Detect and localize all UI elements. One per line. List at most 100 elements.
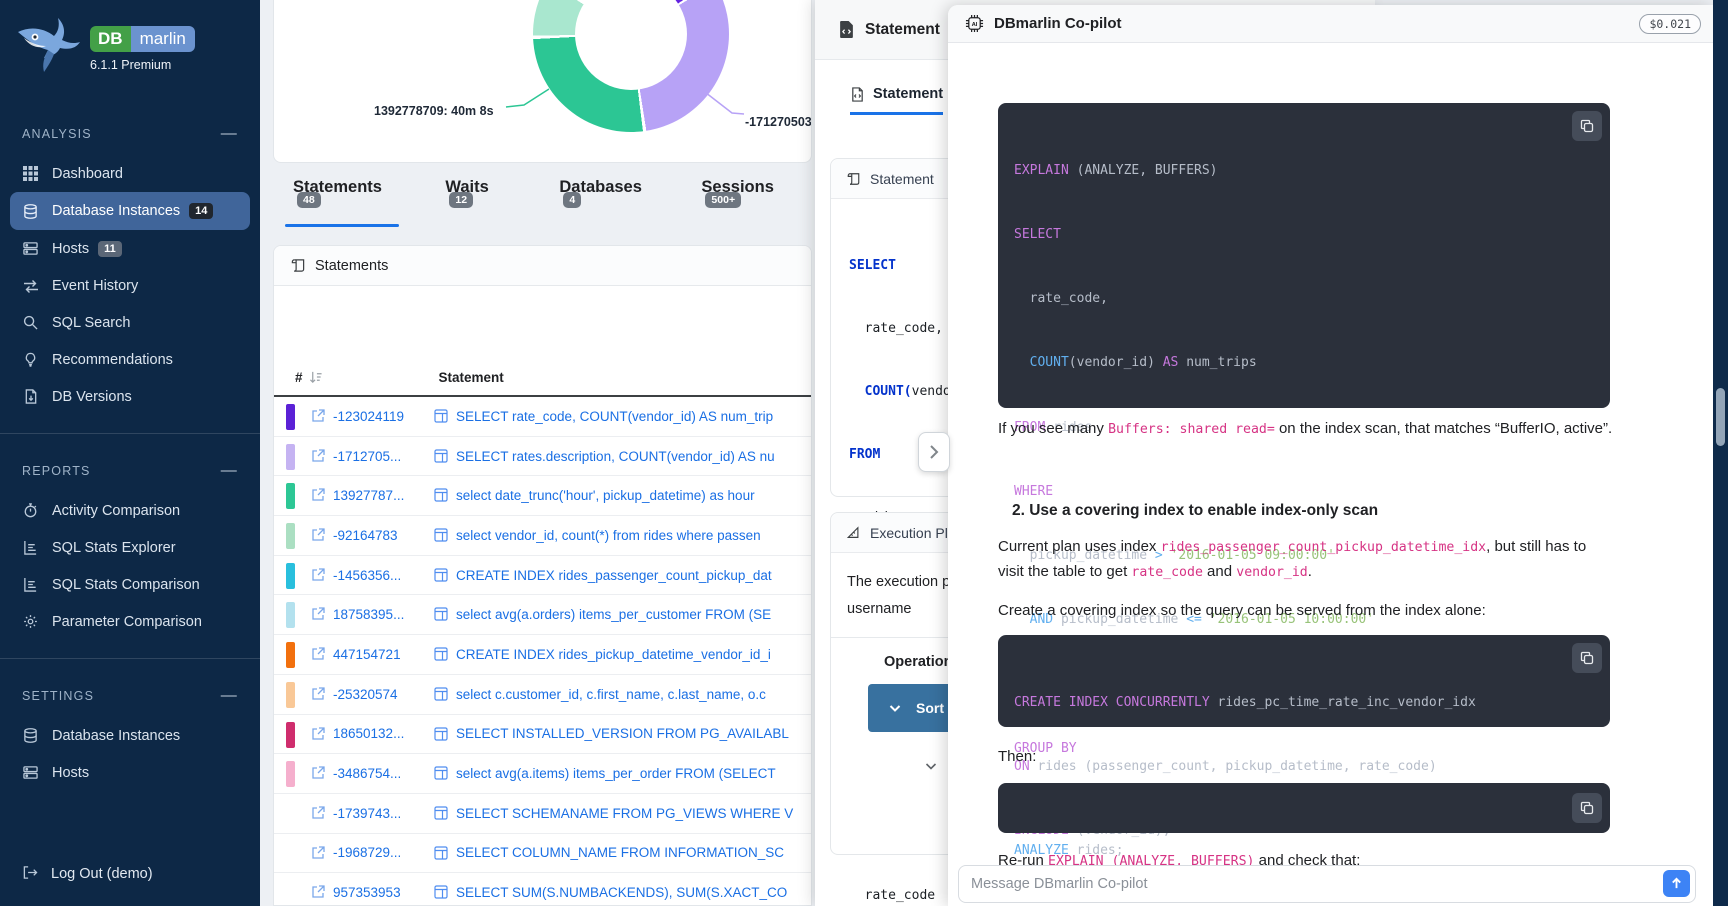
copilot-message-input[interactable] bbox=[959, 866, 1695, 902]
external-link-icon[interactable] bbox=[311, 885, 325, 904]
statement-text-link[interactable]: SELECT INSTALLED_VERSION FROM PG_AVAILAB… bbox=[456, 726, 789, 741]
table-row: -25320574 select c.customer_id, c.first_n… bbox=[274, 675, 811, 715]
statement-id-link[interactable]: -1456356... bbox=[333, 568, 401, 583]
sidebar-item-db-versions[interactable]: DB Versions bbox=[0, 378, 260, 415]
copilot-collapse-button[interactable] bbox=[918, 432, 950, 472]
collapse-section-icon[interactable]: — bbox=[221, 691, 238, 701]
chevron-right-icon bbox=[927, 444, 941, 460]
sidebar-item-sql-stats-comparison[interactable]: SQL Stats Comparison bbox=[0, 566, 260, 603]
collapse-section-icon[interactable]: — bbox=[221, 466, 238, 476]
external-link-icon[interactable] bbox=[311, 409, 325, 428]
sidebar-item-label: Hosts bbox=[52, 241, 89, 257]
copy-button[interactable] bbox=[1572, 111, 1602, 141]
statement-text-link[interactable]: select vendor_id, count(*) from rides wh… bbox=[456, 528, 761, 543]
logout-button[interactable]: Log Out (demo) bbox=[0, 865, 260, 882]
file-code-icon bbox=[838, 21, 855, 38]
tab-waits[interactable]: Waits12 bbox=[445, 178, 505, 227]
main-content: 1392778709: 40m 8s -1712705034 Statement… bbox=[260, 0, 850, 906]
statement-id-link[interactable]: 447154721 bbox=[333, 647, 401, 662]
sidebar-item-label: Hosts bbox=[52, 765, 89, 781]
copilot-panel: AI DBmarlin Co-pilot $0.021 EXPLAIN (ANA… bbox=[948, 5, 1713, 906]
external-link-icon[interactable] bbox=[311, 647, 325, 666]
sidebar-item-database-instances[interactable]: Database Instances 14 bbox=[10, 192, 250, 230]
sidebar-item-sql-search[interactable]: SQL Search bbox=[0, 304, 260, 341]
nav-section-reports: REPORTS — Activity Comparison SQL Stats … bbox=[0, 460, 260, 640]
statement-text-link[interactable]: select avg(a.orders) items_per_customer … bbox=[456, 607, 771, 622]
tab-statements[interactable]: Statements48 bbox=[293, 178, 391, 227]
column-header-num[interactable]: # bbox=[295, 370, 323, 385]
statement-id-link[interactable]: -3486754... bbox=[333, 766, 401, 781]
sidebar-item-settings-database-instances[interactable]: Database Instances bbox=[0, 717, 260, 754]
statement-text-link[interactable]: SELECT COLUMN_NAME FROM INFORMATION_SC bbox=[456, 845, 784, 860]
file-code-outline-icon bbox=[850, 87, 865, 102]
send-button[interactable] bbox=[1663, 870, 1690, 897]
statement-id-link[interactable]: -1712705... bbox=[333, 449, 401, 464]
statement-text-link[interactable]: SELECT rate_code, COUNT(vendor_id) AS nu… bbox=[456, 409, 773, 424]
sidebar-item-parameter-comparison[interactable]: Parameter Comparison bbox=[0, 603, 260, 640]
copilot-title: DBmarlin Co-pilot bbox=[994, 15, 1639, 32]
statement-text-link[interactable]: SELECT rates.description, COUNT(vendor_i… bbox=[456, 449, 775, 464]
statement-id-link[interactable]: 18650132... bbox=[333, 726, 404, 741]
external-link-icon[interactable] bbox=[311, 568, 325, 587]
scroll-icon bbox=[290, 258, 306, 273]
table-cell-icon bbox=[434, 568, 448, 587]
external-link-icon[interactable] bbox=[311, 528, 325, 547]
main-tabs: Statements48 Waits12 Databases4 Sessions… bbox=[293, 178, 850, 227]
statement-text-link[interactable]: CREATE INDEX rides_passenger_count_picku… bbox=[456, 568, 772, 583]
statement-text-link[interactable]: CREATE INDEX rides_pickup_datetime_vendo… bbox=[456, 647, 771, 662]
marlin-fish-icon bbox=[14, 14, 86, 81]
external-link-icon[interactable] bbox=[311, 488, 325, 507]
table-row: 447154721 CREATE INDEX rides_pickup_datet… bbox=[274, 635, 811, 675]
statement-id-link[interactable]: 13927787... bbox=[333, 488, 404, 503]
external-link-icon[interactable] bbox=[311, 766, 325, 785]
statement-id-link[interactable]: 957353953 bbox=[333, 885, 401, 900]
sidebar-item-sql-stats-explorer[interactable]: SQL Stats Explorer bbox=[0, 529, 260, 566]
copilot-messages: EXPLAIN (ANALYZE, BUFFERS) SELECT rate_c… bbox=[948, 43, 1713, 906]
collapse-section-icon[interactable]: — bbox=[221, 129, 238, 139]
table-row: -3486754... select avg(a.items) items_per… bbox=[274, 754, 811, 794]
table-row: -92164783 select vendor_id, count(*) from… bbox=[274, 516, 811, 556]
external-link-icon[interactable] bbox=[311, 727, 325, 746]
external-link-icon[interactable] bbox=[311, 449, 325, 468]
external-link-icon[interactable] bbox=[311, 607, 325, 626]
statement-text-link[interactable]: SELECT SUM(S.NUMBACKENDS), SUM(S.XACT_CO bbox=[456, 885, 787, 900]
color-swatch bbox=[286, 523, 295, 549]
sidebar-item-dashboard[interactable]: Dashboard bbox=[0, 155, 260, 192]
statement-id-link[interactable]: 18758395... bbox=[333, 607, 404, 622]
statement-id-link[interactable]: -1968729... bbox=[333, 845, 401, 860]
statement-text-link[interactable]: select date_trunc('hour', pickup_datetim… bbox=[456, 488, 755, 503]
tab-databases[interactable]: Databases4 bbox=[559, 178, 647, 227]
tab-sessions[interactable]: Sessions500+ bbox=[701, 178, 796, 227]
tab-statement-detail[interactable]: Statement bbox=[850, 86, 943, 115]
sidebar-item-label: Parameter Comparison bbox=[52, 614, 202, 630]
statement-text-link[interactable]: SELECT SCHEMANAME FROM PG_VIEWS WHERE V bbox=[456, 806, 793, 821]
tab-count-badge: 4 bbox=[563, 192, 581, 208]
copy-button[interactable] bbox=[1572, 793, 1602, 823]
statement-id-link[interactable]: -92164783 bbox=[333, 528, 398, 543]
donut-chart[interactable] bbox=[533, 0, 729, 132]
session-cost-badge: $0.021 bbox=[1639, 14, 1701, 34]
tab-count-badge: 48 bbox=[297, 192, 321, 208]
sidebar-item-recommendations[interactable]: Recommendations bbox=[0, 341, 260, 378]
document-icon bbox=[22, 388, 39, 405]
sidebar-item-hosts[interactable]: Hosts 11 bbox=[0, 230, 260, 267]
external-link-icon[interactable] bbox=[311, 806, 325, 825]
external-link-icon[interactable] bbox=[311, 846, 325, 865]
tab-count-badge: 12 bbox=[449, 192, 473, 208]
bar-chart-icon bbox=[22, 576, 39, 593]
statement-text-link[interactable]: select avg(a.items) items_per_order FROM… bbox=[456, 766, 776, 781]
external-link-icon[interactable] bbox=[311, 687, 325, 706]
sidebar-item-activity-comparison[interactable]: Activity Comparison bbox=[0, 492, 260, 529]
donut-label-right: -1712705034 bbox=[745, 115, 812, 129]
scrollbar-thumb[interactable] bbox=[1716, 388, 1725, 446]
sidebar-item-settings-hosts[interactable]: Hosts bbox=[0, 754, 260, 791]
statement-id-link[interactable]: -25320574 bbox=[333, 687, 398, 702]
statement-id-link[interactable]: -1739743... bbox=[333, 806, 401, 821]
copy-button[interactable] bbox=[1572, 643, 1602, 673]
sidebar-item-event-history[interactable]: Event History bbox=[0, 267, 260, 304]
statement-id-link[interactable]: -123024119 bbox=[333, 409, 404, 424]
table-header: # Statement bbox=[274, 359, 811, 397]
lightbulb-icon bbox=[22, 351, 39, 368]
statement-text-link[interactable]: select c.customer_id, c.first_name, c.la… bbox=[456, 687, 766, 702]
table-cell-icon bbox=[434, 607, 448, 626]
